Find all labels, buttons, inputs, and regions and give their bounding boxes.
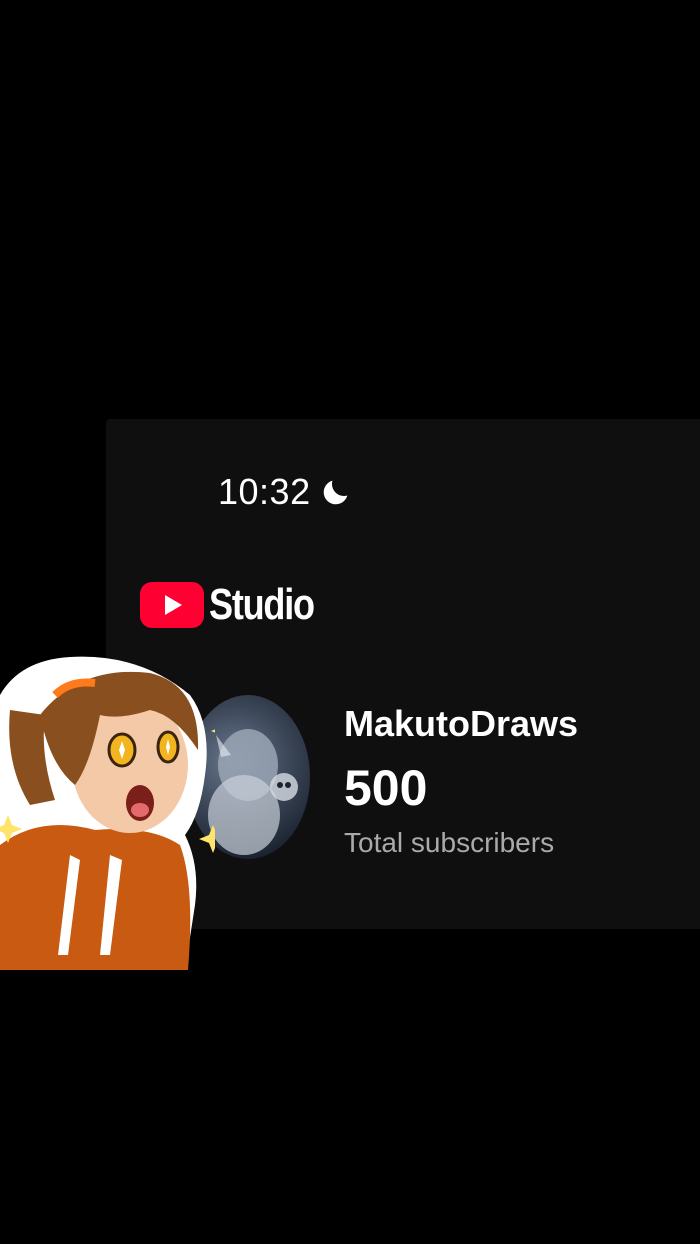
moon-icon	[323, 480, 347, 505]
cartoon-girl-sticker	[0, 656, 215, 970]
subscriber-label: Total subscribers	[344, 827, 555, 858]
subscriber-count: 500	[344, 760, 428, 816]
logo-text: Studio	[209, 580, 315, 629]
youtube-studio-logo[interactable]: Studio	[140, 580, 337, 630]
channel-name: MakutoDraws	[344, 703, 579, 744]
status-bar: 10:32	[218, 471, 353, 512]
youtube-play-icon	[140, 582, 204, 628]
status-time: 10:32	[218, 471, 311, 512]
